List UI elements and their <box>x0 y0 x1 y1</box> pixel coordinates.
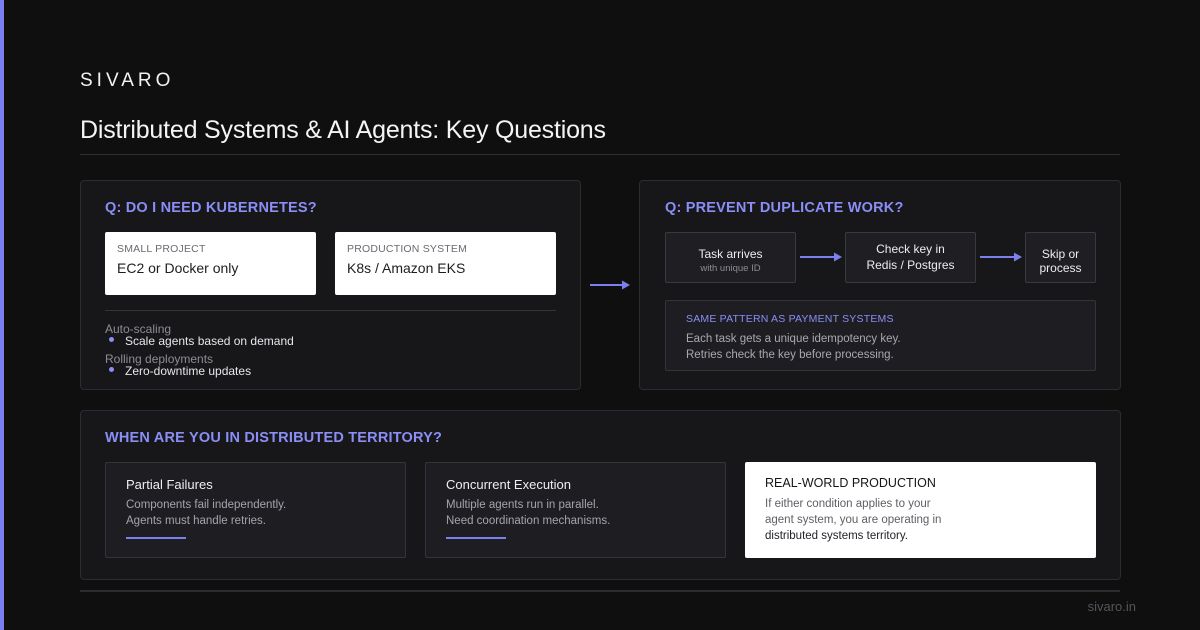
bullet-dot-icon <box>109 367 114 373</box>
flow-step-line: Skip or <box>1041 247 1080 261</box>
arrow-right-icon <box>980 252 1022 262</box>
concurrent-execution-card: Concurrent Execution Multiple agents run… <box>425 462 726 558</box>
flow-step-line: process <box>1039 261 1082 275</box>
feature-item: Scale agents based on demand <box>109 334 294 348</box>
production-system-label: PRODUCTION SYSTEM <box>347 243 468 255</box>
flow-step-subtitle: with unique ID <box>700 263 761 274</box>
duplicate-work-panel: Q: PREVENT DUPLICATE WORK? Task arrives … <box>639 180 1121 390</box>
card-text: If either condition applies to your <box>765 498 931 510</box>
flow-step-line: Redis / Postgres <box>866 258 955 272</box>
card-text: Components fail independently. <box>126 499 287 511</box>
pattern-text: Retries check the key before processing. <box>686 349 894 361</box>
flow-step-skip-or-process: Skip or process <box>1025 232 1096 283</box>
arrow-right-icon <box>590 280 630 290</box>
card-accent-underline <box>446 537 506 539</box>
small-project-card: SMALL PROJECT EC2 or Docker only <box>105 232 316 295</box>
card-title: REAL-WORLD PRODUCTION <box>765 476 936 490</box>
footer-divider <box>80 590 1120 592</box>
footer-url: sivaro.in <box>1087 599 1136 614</box>
duplicate-work-heading: Q: PREVENT DUPLICATE WORK? <box>665 200 904 216</box>
real-world-production-card: REAL-WORLD PRODUCTION If either conditio… <box>745 462 1096 558</box>
feature-item-text: Scale agents based on demand <box>125 334 294 348</box>
feature-item: Zero-downtime updates <box>109 364 251 378</box>
card-accent-underline <box>126 537 186 539</box>
kubernetes-heading: Q: DO I NEED KUBERNETES? <box>105 200 317 216</box>
title-divider <box>80 154 1120 155</box>
small-project-value: EC2 or Docker only <box>117 260 239 276</box>
card-text: agent system, you are operating in <box>765 514 942 526</box>
accent-bar <box>0 0 4 630</box>
kubernetes-divider <box>105 310 556 311</box>
payment-pattern-note: SAME PATTERN AS PAYMENT SYSTEMS Each tas… <box>665 300 1096 371</box>
card-title: Concurrent Execution <box>446 477 572 492</box>
page-title: Distributed Systems & AI Agents: Key Que… <box>80 116 606 144</box>
arrow-right-icon <box>800 252 842 262</box>
territory-heading: WHEN ARE YOU IN DISTRIBUTED TERRITORY? <box>105 430 443 446</box>
feature-item-text: Zero-downtime updates <box>125 364 252 378</box>
flow-step-check-key: Check key in Redis / Postgres <box>845 232 976 283</box>
flow-step-title: Task arrives <box>698 247 763 261</box>
flow-step-task-arrives: Task arrives with unique ID <box>665 232 796 283</box>
flow-step-line: Check key in <box>876 242 945 256</box>
partial-failures-card: Partial Failures Components fail indepen… <box>105 462 406 558</box>
card-text: Need coordination mechanisms. <box>446 515 611 527</box>
card-title: Partial Failures <box>126 477 213 492</box>
distributed-territory-panel: WHEN ARE YOU IN DISTRIBUTED TERRITORY? P… <box>80 410 1121 580</box>
pattern-text: Each task gets a unique idempotency key. <box>686 333 901 345</box>
production-system-card: PRODUCTION SYSTEM K8s / Amazon EKS <box>335 232 556 295</box>
production-system-value: K8s / Amazon EKS <box>347 260 466 276</box>
small-project-label: SMALL PROJECT <box>117 243 206 255</box>
brand-logo: SIVARO <box>80 70 175 91</box>
pattern-label: SAME PATTERN AS PAYMENT SYSTEMS <box>686 313 894 325</box>
card-text: distributed systems territory. <box>765 530 908 542</box>
kubernetes-panel: Q: DO I NEED KUBERNETES? SMALL PROJECT E… <box>80 180 581 390</box>
bullet-dot-icon <box>109 337 114 343</box>
card-text: Multiple agents run in parallel. <box>446 499 599 511</box>
card-text: Agents must handle retries. <box>126 515 266 527</box>
